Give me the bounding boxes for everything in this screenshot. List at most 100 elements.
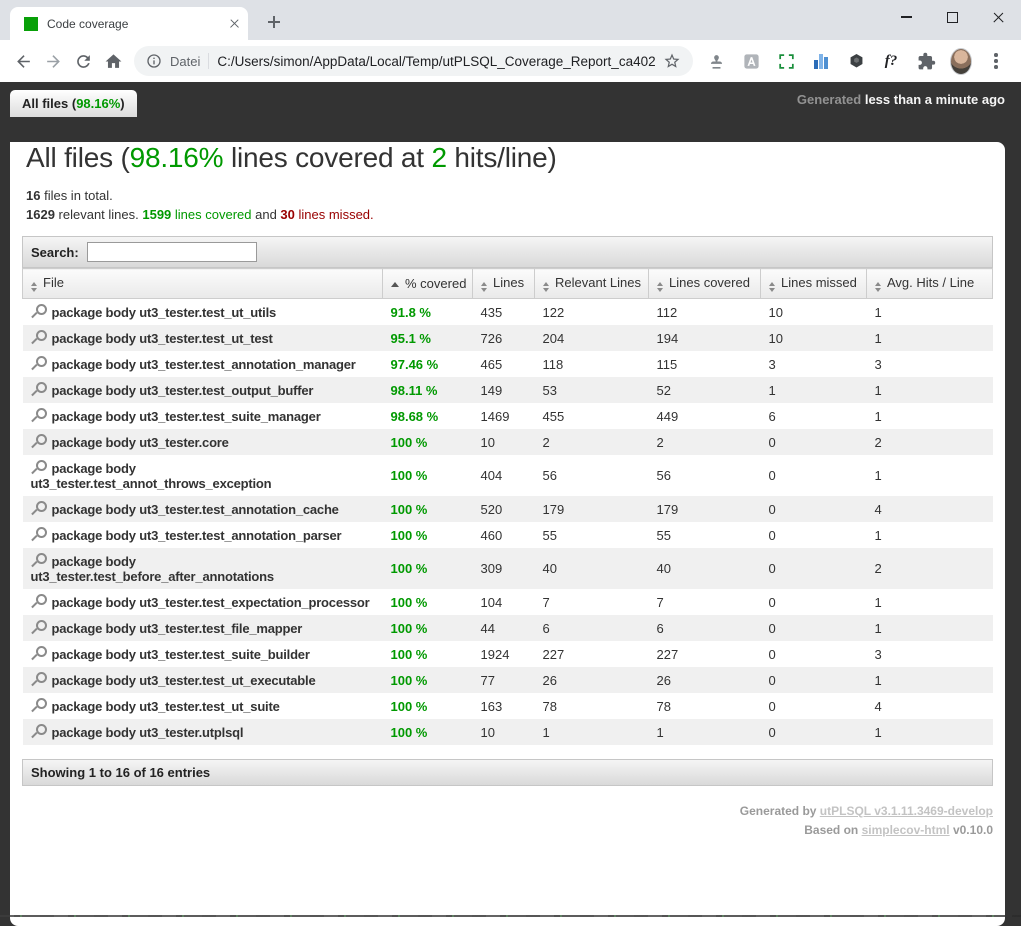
url-scheme-label: Datei	[170, 54, 200, 69]
file-cell[interactable]: package body ut3_tester.core	[23, 429, 383, 455]
forward-button[interactable]	[38, 46, 68, 76]
file-link[interactable]: package body ut3_tester.test_ut_test	[52, 331, 273, 346]
file-cell[interactable]: package body ut3_tester.test_expectation…	[23, 589, 383, 615]
back-button[interactable]	[8, 46, 38, 76]
file-cell[interactable]: package body ut3_tester.test_ut_utils	[23, 299, 383, 326]
fn-extension-button[interactable]: f?	[880, 50, 902, 72]
column-header-lines-covered[interactable]: Lines covered	[649, 269, 761, 299]
file-link[interactable]: package body ut3_tester.test_file_mapper	[52, 621, 303, 636]
generator-link[interactable]: utPLSQL v3.1.11.3469-develop	[820, 804, 993, 818]
avg-hits-cell: 1	[867, 589, 993, 615]
file-cell[interactable]: package body ut3_tester.test_annotation_…	[23, 351, 383, 377]
lines-covered-cell: 7	[649, 589, 761, 615]
avg-hits-cell: 1	[867, 403, 993, 429]
column-header-avg-hits-line[interactable]: Avg. Hits / Line	[867, 269, 993, 299]
avg-hits-cell: 2	[867, 429, 993, 455]
reload-button[interactable]	[68, 46, 98, 76]
relevant-lines-cell: 2	[535, 429, 649, 455]
close-button[interactable]	[975, 0, 1021, 34]
column-header-lines[interactable]: Lines	[473, 269, 535, 299]
menu-dots-icon	[994, 59, 998, 63]
file-link[interactable]: package body ut3_tester.test_output_buff…	[52, 383, 314, 398]
table-row: package body ut3_tester.test_ut_test 95.1…	[23, 325, 993, 351]
file-link[interactable]: package body ut3_tester.test_ut_utils	[52, 305, 277, 320]
screenshot-extension-button[interactable]	[775, 50, 797, 72]
file-cell[interactable]: package body ut3_tester.utplsql	[23, 719, 383, 745]
all-files-tab[interactable]: All files (98.16%)	[10, 90, 137, 117]
stamp-extension-button[interactable]	[705, 50, 727, 72]
file-cell[interactable]: package body ut3_tester.test_annot_throw…	[23, 455, 383, 496]
home-button[interactable]	[98, 46, 128, 76]
browser-menu-button[interactable]	[985, 50, 1007, 72]
file-link[interactable]: package body ut3_tester.test_suite_manag…	[52, 409, 321, 424]
cube-extension-button[interactable]	[845, 50, 867, 72]
file-cell[interactable]: package body ut3_tester.test_file_mapper	[23, 615, 383, 641]
column-header-lines-missed[interactable]: Lines missed	[761, 269, 867, 299]
file-cell[interactable]: package body ut3_tester.test_ut_test	[23, 325, 383, 351]
maximize-icon	[947, 12, 958, 23]
search-input[interactable]	[87, 242, 257, 262]
relevant-lines-cell: 122	[535, 299, 649, 326]
fn-icon: f?	[885, 53, 898, 70]
tab-close-icon[interactable]	[229, 18, 240, 29]
file-cell[interactable]: package body ut3_tester.test_ut_suite	[23, 693, 383, 719]
file-link[interactable]: package body ut3_tester.test_annotation_…	[52, 502, 339, 517]
lines-cell: 404	[473, 455, 535, 496]
star-icon[interactable]	[663, 52, 681, 70]
table-row: package body ut3_tester.test_annot_throw…	[23, 455, 993, 496]
file-link[interactable]: package body ut3_tester.test_ut_suite	[52, 699, 280, 714]
file-link[interactable]: package body ut3_tester.core	[52, 435, 229, 450]
simplecov-link[interactable]: simplecov-html	[862, 823, 950, 837]
home-icon	[104, 52, 123, 71]
plus-icon	[268, 16, 280, 28]
url-bar[interactable]: Datei C:/Users/simon/AppData/Local/Temp/…	[134, 46, 693, 76]
profile-button[interactable]	[950, 50, 972, 72]
maximize-button[interactable]	[929, 0, 975, 34]
file-link[interactable]: package body ut3_tester.test_annotation_…	[52, 528, 342, 543]
percent-covered-cell: 100 %	[383, 641, 473, 667]
percent-covered-cell: 98.68 %	[383, 403, 473, 429]
report-card: All files (98.16% lines covered at 2 hit…	[10, 142, 1005, 926]
url-text[interactable]: C:/Users/simon/AppData/Local/Temp/utPLSQ…	[217, 54, 655, 69]
tab-label-prefix: All files (	[22, 96, 76, 111]
report-page: All files (98.16%) Generated less than a…	[0, 82, 1021, 917]
info-icon[interactable]	[146, 53, 162, 69]
file-cell[interactable]: package body ut3_tester.test_suite_build…	[23, 641, 383, 667]
file-link[interactable]: package body ut3_tester.test_ut_executab…	[52, 673, 316, 688]
percent-covered-cell: 100 %	[383, 667, 473, 693]
browser-tab[interactable]: Code coverage	[10, 7, 248, 40]
chart-extension-button[interactable]	[810, 50, 832, 72]
profile-avatar	[950, 48, 972, 75]
table-row: package body ut3_tester.test_expectation…	[23, 589, 993, 615]
file-link[interactable]: package body ut3_tester.test_before_afte…	[31, 554, 274, 584]
search-label: Search:	[31, 245, 79, 260]
file-cell[interactable]: package body ut3_tester.test_ut_executab…	[23, 667, 383, 693]
lines-missed-cell: 0	[761, 429, 867, 455]
file-cell[interactable]: package body ut3_tester.test_before_afte…	[23, 548, 383, 589]
new-tab-button[interactable]	[262, 10, 286, 34]
minimize-button[interactable]	[883, 0, 929, 34]
file-link[interactable]: package body ut3_tester.utplsql	[52, 725, 244, 740]
percent-covered-cell: 95.1 %	[383, 325, 473, 351]
pdf-extension-button[interactable]	[740, 50, 762, 72]
coverage-table: File% coveredLinesRelevant LinesLines co…	[22, 268, 993, 745]
percent-covered-cell: 100 %	[383, 589, 473, 615]
column-header-file[interactable]: File	[23, 269, 383, 299]
lines-missed-cell: 0	[761, 589, 867, 615]
file-link[interactable]: package body ut3_tester.test_suite_build…	[52, 647, 310, 662]
column-header-relevant-lines[interactable]: Relevant Lines	[535, 269, 649, 299]
column-header-percent-covered[interactable]: % covered	[383, 269, 473, 299]
file-link[interactable]: package body ut3_tester.test_expectation…	[52, 595, 370, 610]
file-cell[interactable]: package body ut3_tester.test_suite_manag…	[23, 403, 383, 429]
minimize-icon	[901, 16, 912, 18]
lines-missed-cell: 3	[761, 351, 867, 377]
file-cell[interactable]: package body ut3_tester.test_annotation_…	[23, 496, 383, 522]
percent-covered-cell: 97.46 %	[383, 351, 473, 377]
sort-icon	[875, 282, 881, 292]
file-link[interactable]: package body ut3_tester.test_annotation_…	[52, 357, 356, 372]
file-cell[interactable]: package body ut3_tester.test_annotation_…	[23, 522, 383, 548]
file-cell[interactable]: package body ut3_tester.test_output_buff…	[23, 377, 383, 403]
extensions-button[interactable]	[915, 50, 937, 72]
lines-missed-cell: 0	[761, 455, 867, 496]
file-link[interactable]: package body ut3_tester.test_annot_throw…	[31, 461, 272, 491]
